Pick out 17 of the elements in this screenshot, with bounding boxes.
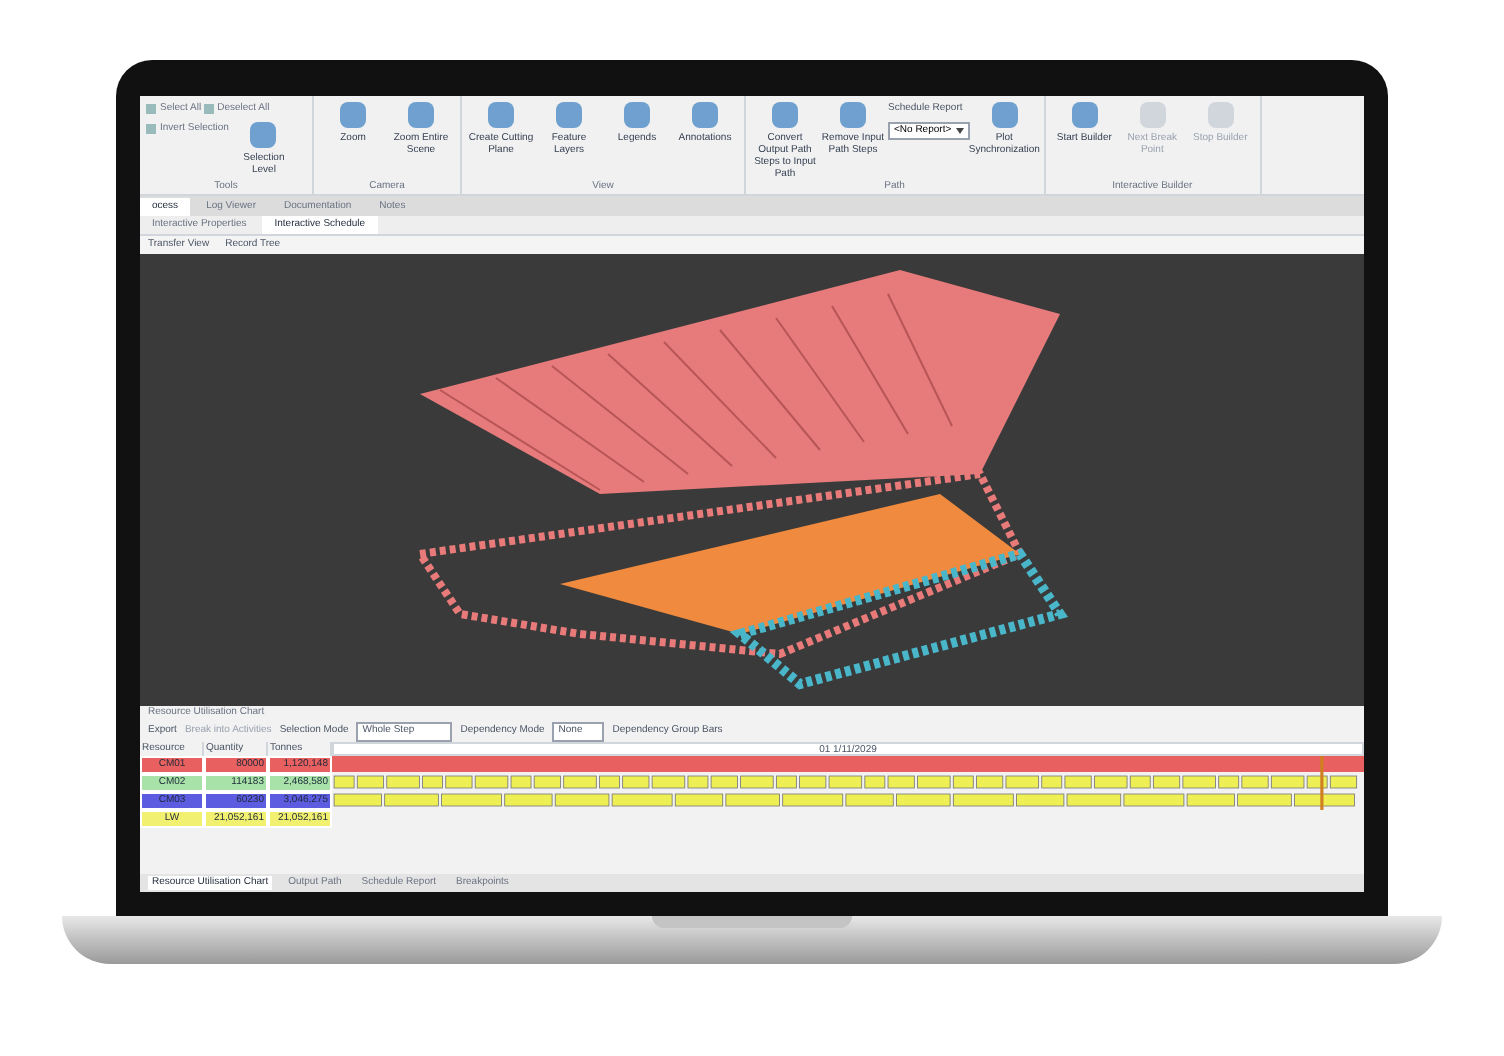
tool-icon bbox=[250, 122, 277, 148]
small-square-icon bbox=[203, 104, 214, 115]
tool-icon bbox=[1071, 102, 1098, 128]
tool-icon bbox=[624, 102, 650, 128]
small-square-icon bbox=[146, 104, 156, 115]
tool-icon bbox=[1207, 102, 1234, 128]
small-square-icon bbox=[146, 124, 156, 135]
tool-icon bbox=[488, 102, 514, 128]
tool-icon bbox=[772, 102, 798, 128]
tool-icon bbox=[1139, 102, 1166, 128]
caret-icon bbox=[955, 127, 964, 134]
tool-icon bbox=[556, 102, 582, 128]
tool-icon bbox=[991, 102, 1018, 128]
tool-icon bbox=[840, 102, 866, 128]
tool-icon bbox=[692, 102, 718, 128]
tool-icon bbox=[408, 102, 434, 128]
tool-icon bbox=[340, 102, 366, 128]
